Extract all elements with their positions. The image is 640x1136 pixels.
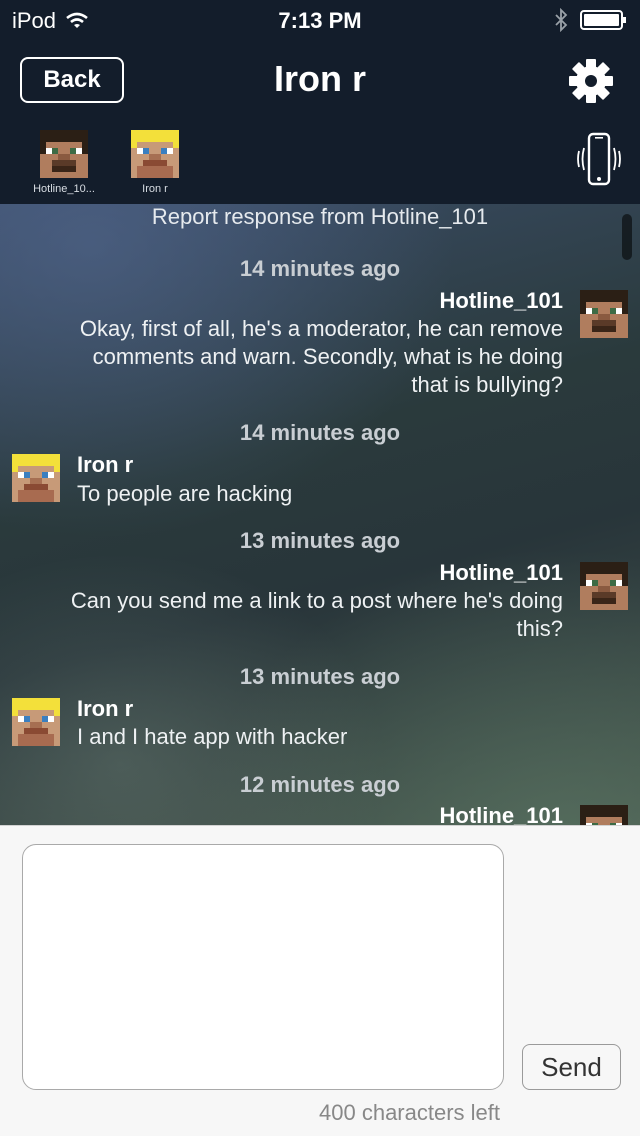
- blond-avatar-icon[interactable]: [12, 698, 60, 746]
- message-line: I and I hate app with hacker: [77, 724, 348, 749]
- message-composer: Send 400 characters left: [0, 825, 640, 1136]
- message-sender: Hotline_101: [439, 288, 564, 313]
- chat-scroll-area[interactable]: Report response from Hotline_101 14 minu…: [0, 204, 640, 825]
- participant-name: Iron r: [142, 183, 168, 195]
- message-line: To people are hacking: [77, 481, 293, 506]
- message-line: this?: [516, 616, 563, 641]
- message-sender: Hotline_101: [439, 803, 564, 825]
- message-input[interactable]: [22, 844, 504, 1090]
- status-time: 7:13 PM: [278, 8, 362, 33]
- message-timestamp: 13 minutes ago: [239, 664, 401, 689]
- participants-strip: Hotline_10... Iron r: [0, 128, 520, 200]
- vibrate-phone-icon[interactable]: [576, 132, 622, 188]
- steve-avatar-icon[interactable]: [580, 562, 628, 610]
- report-header: Report response from Hotline_101: [151, 204, 489, 229]
- steve-avatar-icon: [40, 130, 88, 178]
- blond-avatar-icon[interactable]: [12, 454, 60, 502]
- message-line: comments and warn. Secondly, what is he …: [92, 344, 563, 369]
- bluetooth-icon: [555, 8, 568, 32]
- message-sender: Hotline_101: [439, 560, 564, 585]
- participant-hotline[interactable]: Hotline_10...: [14, 128, 114, 195]
- top-bar: iPod 7:13 PM Back Iron r Hotline_10... I…: [0, 0, 640, 204]
- page-title: Iron r: [273, 58, 366, 99]
- message-timestamp: 14 minutes ago: [239, 256, 401, 281]
- characters-left-counter: 400 characters left: [319, 1100, 500, 1125]
- message-line: that is bullying?: [411, 372, 563, 397]
- status-bar: iPod 7:13 PM: [0, 0, 640, 40]
- message-line: Okay, first of all, he's a moderator, he…: [79, 316, 563, 341]
- blond-avatar-icon: [131, 130, 179, 178]
- message-line: Can you send me a link to a post where h…: [70, 588, 563, 613]
- message-sender: Iron r: [77, 452, 134, 477]
- send-button[interactable]: Send: [522, 1044, 621, 1090]
- participant-iron-r[interactable]: Iron r: [105, 128, 205, 195]
- message-sender: Iron r: [77, 696, 134, 721]
- steve-avatar-icon[interactable]: [580, 290, 628, 338]
- battery-icon: [580, 10, 626, 30]
- message-timestamp: 12 minutes ago: [239, 772, 401, 797]
- gear-icon[interactable]: [568, 58, 614, 104]
- steve-avatar-icon[interactable]: [580, 805, 628, 825]
- participant-name: Hotline_10...: [33, 183, 95, 195]
- message-timestamp: 14 minutes ago: [239, 420, 401, 445]
- message-timestamp: 13 minutes ago: [239, 528, 401, 553]
